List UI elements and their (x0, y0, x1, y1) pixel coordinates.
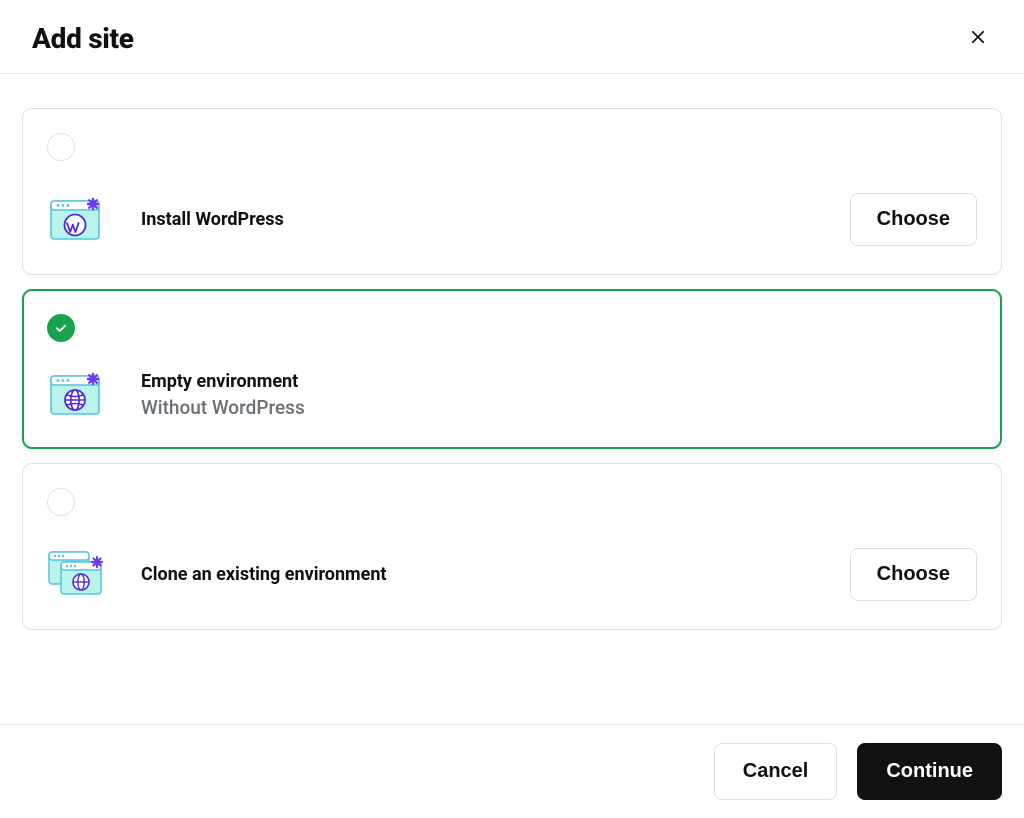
cancel-button[interactable]: Cancel (714, 743, 838, 800)
option-row: Clone an existing environment Choose (47, 548, 977, 601)
option-install-wordpress[interactable]: Install WordPress Choose (22, 108, 1002, 275)
radio-icon (47, 488, 75, 516)
radio-checked-icon (47, 314, 75, 342)
option-title: Empty environment (141, 371, 977, 392)
option-clone-environment[interactable]: Clone an existing environment Choose (22, 463, 1002, 630)
add-site-modal: Add site (0, 0, 1024, 818)
option-row: Install WordPress Choose (47, 193, 977, 246)
modal-footer: Cancel Continue (0, 724, 1024, 818)
option-text: Install WordPress (141, 209, 816, 230)
continue-button[interactable]: Continue (857, 743, 1002, 800)
modal-body: Install WordPress Choose (0, 74, 1024, 724)
modal-title: Add site (32, 22, 134, 55)
browser-wordpress-icon (47, 195, 107, 245)
close-icon (969, 28, 987, 49)
browser-globe-icon (47, 370, 107, 420)
option-text: Empty environment Without WordPress (141, 371, 977, 419)
choose-button[interactable]: Choose (850, 193, 977, 246)
option-subtitle: Without WordPress (141, 396, 977, 419)
option-empty-environment[interactable]: Empty environment Without WordPress (22, 289, 1002, 449)
modal-header: Add site (0, 0, 1024, 74)
close-button[interactable] (964, 25, 992, 53)
option-title: Clone an existing environment (141, 564, 816, 585)
option-row: Empty environment Without WordPress (47, 370, 977, 420)
choose-button[interactable]: Choose (850, 548, 977, 601)
browser-clone-icon (47, 550, 107, 600)
option-text: Clone an existing environment (141, 564, 816, 585)
option-title: Install WordPress (141, 209, 816, 230)
radio-icon (47, 133, 75, 161)
